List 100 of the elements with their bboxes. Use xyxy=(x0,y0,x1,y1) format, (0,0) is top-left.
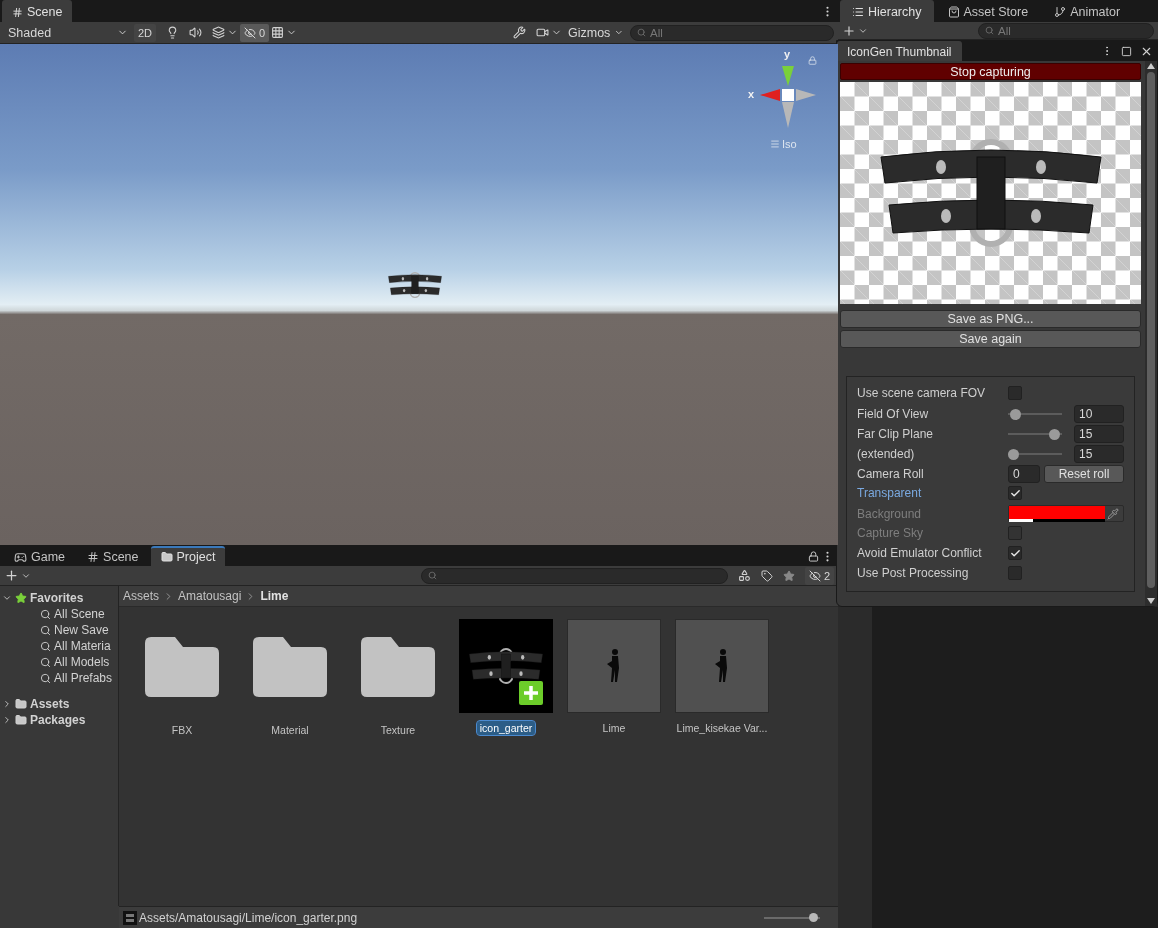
hidden-objects-toggle[interactable]: 0 xyxy=(240,23,270,42)
folder-icon xyxy=(361,637,435,697)
search-icon xyxy=(428,571,437,580)
search-icon xyxy=(40,672,51,684)
search-icon xyxy=(985,26,994,35)
garter-model-drawing xyxy=(386,272,444,299)
type-filter-icon[interactable] xyxy=(737,569,751,582)
search-icon xyxy=(40,640,51,652)
grid-icon[interactable] xyxy=(271,26,285,39)
list-icon xyxy=(852,6,864,18)
figure-silhouette-icon xyxy=(606,648,622,684)
checkbox[interactable] xyxy=(1008,386,1022,400)
tree-item[interactable]: New Save xyxy=(0,622,118,638)
breadcrumb-link[interactable]: Lime xyxy=(260,589,289,603)
stop-capturing-button[interactable]: Stop capturing xyxy=(840,63,1141,80)
setting-label: Transparent xyxy=(857,486,923,500)
asset-label[interactable]: Material xyxy=(268,723,312,737)
label-filter-icon[interactable] xyxy=(760,569,773,582)
setting-label: Use scene camera FOV xyxy=(857,386,987,400)
asset-label[interactable]: FBX xyxy=(168,723,196,737)
scrollbar[interactable] xyxy=(1145,61,1157,606)
folder-icon xyxy=(253,637,327,697)
setting-label: Avoid Emulator Conflict xyxy=(857,546,983,560)
search-field[interactable] xyxy=(421,567,728,584)
slider-thumb[interactable] xyxy=(1048,428,1060,440)
search-icon xyxy=(40,608,51,620)
breadcrumb-link[interactable]: Amatousagi xyxy=(178,589,242,603)
scroll-thumb[interactable] xyxy=(1147,72,1155,588)
setting-label: Capture Sky xyxy=(857,526,925,540)
number-field[interactable]: 15 xyxy=(1074,425,1124,443)
camera-icon[interactable] xyxy=(536,26,549,39)
eye-slash-icon xyxy=(808,569,821,582)
slider-thumb[interactable] xyxy=(808,913,818,922)
speaker-icon[interactable] xyxy=(189,26,203,39)
asset-label[interactable]: Lime_kisekae Var... xyxy=(673,721,771,735)
save-button[interactable]: Save again xyxy=(840,330,1141,348)
scroll-down-icon[interactable] xyxy=(1147,598,1155,604)
layers-icon[interactable] xyxy=(212,26,226,39)
close-icon[interactable] xyxy=(1140,45,1153,58)
tree-item[interactable]: Assets xyxy=(0,696,118,712)
lock-icon[interactable] xyxy=(808,551,819,562)
panel-tab[interactable]: Animator xyxy=(1042,0,1133,22)
add-icon[interactable] xyxy=(842,23,856,38)
slider-thumb[interactable] xyxy=(1008,448,1019,460)
asset-label[interactable]: icon_garter xyxy=(476,721,536,735)
tree-item[interactable]: All Models xyxy=(0,654,118,670)
setting-label: Background xyxy=(857,506,923,521)
number-field[interactable]: 0 xyxy=(1008,465,1040,483)
branch-icon xyxy=(1054,6,1067,18)
search-icon xyxy=(40,656,51,668)
eyedropper-icon[interactable] xyxy=(1107,508,1119,520)
panel-tab[interactable]: Scene xyxy=(77,546,149,566)
2d-toggle[interactable]: 2D xyxy=(134,23,157,42)
setting-label: Field Of View xyxy=(857,407,930,421)
folder-icon xyxy=(15,714,27,726)
star-icon[interactable] xyxy=(782,569,795,582)
setting-label: Far Clip Plane xyxy=(857,427,935,441)
texture-file-icon xyxy=(123,910,137,925)
eye-slash-icon xyxy=(244,26,257,39)
axis-label: x xyxy=(748,88,755,100)
folder-icon xyxy=(15,698,27,710)
figure-silhouette-icon xyxy=(714,648,730,684)
folder-icon xyxy=(145,637,219,697)
checkbox[interactable] xyxy=(1008,566,1022,580)
tree-item[interactable]: All Scene xyxy=(0,606,118,622)
tree-item[interactable]: Favorites xyxy=(0,590,118,606)
panel-tab[interactable]: Game xyxy=(4,546,76,566)
file-path: Assets/Amatousagi/Lime/icon_garter.png xyxy=(139,910,358,925)
save-button[interactable]: Save as PNG... xyxy=(840,310,1141,328)
menu-icon xyxy=(770,139,780,149)
tree-item[interactable]: Packages xyxy=(0,712,118,728)
expand-caret-icon[interactable] xyxy=(2,593,12,603)
panel-tab[interactable]: Hierarchy xyxy=(840,0,934,22)
checkbox[interactable] xyxy=(1008,486,1022,500)
asset-label[interactable]: Texture xyxy=(377,723,419,737)
scroll-up-icon[interactable] xyxy=(1147,63,1155,69)
asset-label[interactable]: Lime xyxy=(599,721,629,735)
breadcrumb-link[interactable]: Assets xyxy=(123,589,159,603)
panel-tab[interactable]: Project xyxy=(150,546,226,566)
scene-tab[interactable]: Scene xyxy=(2,0,73,22)
window-title: IconGen Thumbnail xyxy=(837,41,962,61)
hidden-packages-toggle[interactable]: 2 xyxy=(804,566,834,585)
hash-icon xyxy=(12,6,23,18)
checkbox[interactable] xyxy=(1008,546,1022,560)
reset-button[interactable]: Reset roll xyxy=(1044,465,1124,483)
number-field[interactable]: 15 xyxy=(1074,445,1124,463)
setting-label: Use Post Processing xyxy=(857,566,970,580)
axis-label: y xyxy=(784,48,791,60)
tree-item[interactable]: All Prefabs xyxy=(0,670,118,686)
search-icon xyxy=(40,624,51,636)
setting-label: Camera Roll xyxy=(857,467,925,481)
star-icon xyxy=(15,592,27,604)
tree-item[interactable]: All Materia xyxy=(0,638,118,654)
tools-icon[interactable] xyxy=(513,26,526,39)
slider-thumb[interactable] xyxy=(1010,408,1022,420)
panel-tab[interactable]: Asset Store xyxy=(935,0,1041,22)
add-icon[interactable] xyxy=(4,568,19,583)
number-field[interactable]: 10 xyxy=(1074,405,1124,423)
search-icon xyxy=(637,28,646,37)
maximize-icon[interactable] xyxy=(1121,46,1132,57)
